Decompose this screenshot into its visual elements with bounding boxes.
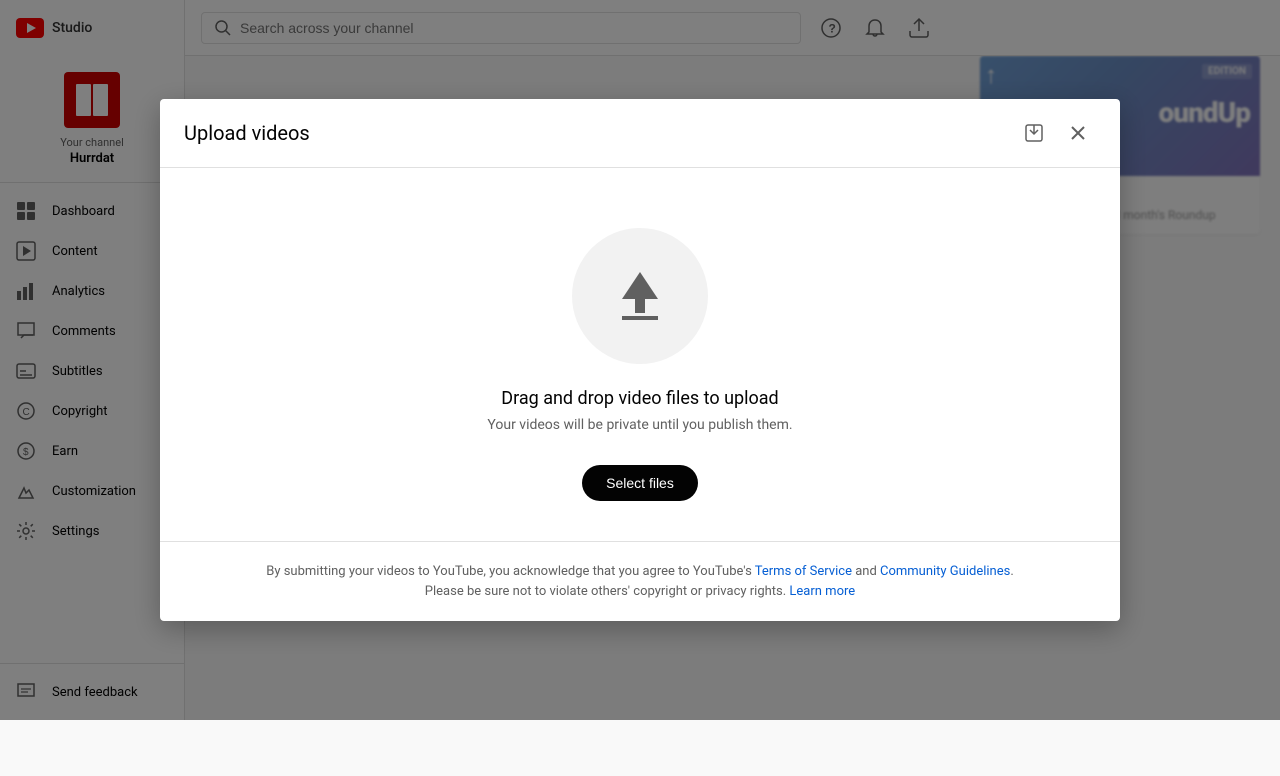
close-modal-button[interactable] bbox=[1060, 115, 1096, 151]
save-progress-icon bbox=[1024, 123, 1044, 143]
modal-footer: By submitting your videos to YouTube, yo… bbox=[160, 541, 1120, 621]
save-progress-button[interactable] bbox=[1016, 115, 1052, 151]
terms-of-service-link[interactable]: Terms of Service bbox=[755, 564, 852, 579]
footer-line2: Please be sure not to violate others' co… bbox=[184, 582, 1096, 602]
upload-circle bbox=[572, 228, 708, 364]
modal-header-actions bbox=[1016, 115, 1096, 151]
upload-modal: Upload videos bbox=[160, 99, 1120, 621]
modal-title: Upload videos bbox=[184, 121, 310, 145]
upload-subtitle: Your videos will be private until you pu… bbox=[487, 417, 792, 433]
close-icon bbox=[1068, 123, 1088, 143]
upload-area[interactable]: Drag and drop video files to upload Your… bbox=[160, 168, 1120, 541]
select-files-button[interactable]: Select files bbox=[582, 465, 698, 501]
footer-mid-text: and bbox=[852, 564, 880, 579]
modal-header: Upload videos bbox=[160, 99, 1120, 168]
modal-overlay[interactable]: Upload videos bbox=[0, 0, 1280, 720]
learn-more-link[interactable]: Learn more bbox=[789, 584, 855, 599]
footer-copyright-text: Please be sure not to violate others' co… bbox=[425, 584, 790, 599]
upload-arrow-icon bbox=[608, 264, 672, 328]
footer-line1: By submitting your videos to YouTube, yo… bbox=[184, 562, 1096, 582]
upload-title: Drag and drop video files to upload bbox=[501, 388, 778, 409]
community-guidelines-link[interactable]: Community Guidelines bbox=[880, 564, 1010, 579]
footer-pre-text: By submitting your videos to YouTube, yo… bbox=[266, 564, 755, 579]
footer-post-text: . bbox=[1010, 564, 1013, 579]
